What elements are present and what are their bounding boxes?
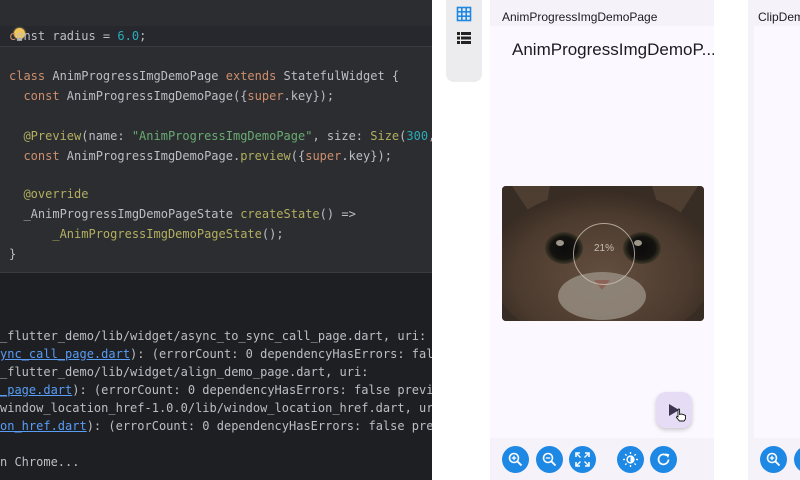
code-token: ({: [290, 149, 306, 163]
code-token: ();: [261, 227, 284, 241]
console-line: ync_call_page.dart): (errorCount: 0 depe…: [0, 345, 432, 363]
code-token: AnimProgressImgDemoPage.: [59, 149, 241, 163]
zoom-out-button[interactable]: [794, 446, 800, 473]
code-token: class: [9, 69, 46, 83]
code-token: }: [9, 247, 17, 261]
code-token: .key});: [283, 89, 335, 103]
preview-card-next: ClipDemoPage: [748, 0, 800, 480]
progress-ring: [573, 223, 635, 285]
console-line: _flutter_demo/lib/widget/async_to_sync_c…: [0, 327, 426, 345]
code-line: _AnimProgressImgDemoPageState createStat…: [9, 204, 356, 224]
code-token: const: [23, 149, 60, 163]
code-line: class AnimProgressImgDemoPage extends St…: [9, 66, 399, 86]
code-token: _AnimProgressImgDemoPageState: [52, 227, 262, 241]
code-token: const: [23, 89, 60, 103]
console-text: ): (errorCount: 0 dependencyHasErrors: f…: [86, 419, 432, 433]
file-link[interactable]: on_href.dart: [0, 419, 87, 433]
code-line: @Preview(name: "AnimProgressImgDemoPage"…: [9, 126, 432, 146]
run-console[interactable]: _flutter_demo/lib/widget/async_to_sync_c…: [0, 272, 432, 480]
code-editor[interactable]: const radius = 6.0; class AnimProgressImg…: [0, 0, 432, 272]
code-token: 6.0: [117, 29, 140, 43]
preview-app-surface: [754, 26, 800, 438]
console-text: window_location_href-1.0.0/lib/window_lo…: [0, 401, 432, 415]
zoom-in-icon: [508, 452, 523, 467]
console-line: _page.dart): (errorCount: 0 dependencyHa…: [0, 381, 432, 399]
code-token: AnimProgressImgDemoPage({: [59, 89, 248, 103]
code-token: super: [247, 89, 284, 103]
code-token: 300: [406, 129, 429, 143]
preview-toolbar: [760, 446, 800, 474]
code-token: .key});: [341, 149, 392, 163]
restart-button[interactable]: [650, 446, 677, 473]
code-token: @override: [23, 187, 89, 201]
zoom-out-button[interactable]: [536, 446, 563, 473]
widget-preview-panel: AnimProgressImgDemoPage AnimProgressImgD…: [432, 0, 800, 480]
preview-card-main: AnimProgressImgDemoPage AnimProgressImgD…: [490, 0, 714, 480]
code-token: , size:: [312, 129, 371, 143]
code-token: super: [305, 149, 342, 163]
code-token: (name:: [81, 129, 132, 143]
zoom-in-button[interactable]: [760, 446, 787, 473]
preview-card-title: ClipDemoPage: [758, 10, 800, 24]
console-line: window_location_href-1.0.0/lib/window_lo…: [0, 399, 432, 417]
console-text: _flutter_demo/lib/widget/async_to_sync_c…: [0, 329, 427, 343]
code-line: @override: [9, 184, 88, 204]
zoom-out-icon: [542, 452, 557, 467]
preview-card-title: AnimProgressImgDemoPage: [502, 10, 658, 24]
code-token: extends: [225, 69, 277, 83]
grid-view-icon[interactable]: [454, 4, 474, 24]
code-token: () =>: [319, 207, 356, 221]
console-text: _flutter_demo/lib/widget/align_demo_page…: [0, 365, 369, 379]
file-link[interactable]: _page.dart: [0, 383, 72, 397]
progress-text: 21%: [593, 243, 614, 254]
code-line: const radius = 6.0;: [9, 26, 146, 46]
code-token: _AnimProgressImgDemoPageState: [9, 207, 241, 221]
code-token: "AnimProgressImgDemoPage": [131, 129, 313, 143]
console-text: ): (errorCount: 0 dependencyHasErrors: f…: [130, 347, 432, 361]
restart-icon: [657, 453, 670, 466]
code-line: const AnimProgressImgDemoPage({super.key…: [9, 86, 334, 106]
brightness-icon: [623, 452, 638, 467]
console-line: on_href.dart): (errorCount: 0 dependency…: [0, 417, 432, 435]
code-line: const AnimProgressImgDemoPage.preview({s…: [9, 146, 392, 166]
code-token: AnimProgressImgDemoPage: [45, 69, 226, 83]
code-token: ;: [139, 29, 147, 43]
zoom-in-icon: [766, 452, 781, 467]
fit-screen-button[interactable]: [569, 446, 596, 473]
console-text: ): (errorCount: 0 dependencyHasErrors: f…: [72, 383, 432, 397]
list-view-icon[interactable]: [454, 28, 474, 48]
code-token: preview: [240, 149, 291, 163]
preview-toolbar: [502, 446, 712, 474]
code-token: Size: [370, 129, 400, 143]
code-token: StatefulWidget {: [276, 69, 400, 83]
cat-image: 21%: [502, 186, 704, 321]
brightness-button[interactable]: [617, 446, 644, 473]
console-line: n Chrome...: [0, 453, 79, 471]
view-mode-rail: [446, 0, 482, 82]
code-token: onst radius =: [16, 29, 118, 43]
code-separator: [0, 46, 432, 47]
code-line: _AnimProgressImgDemoPageState();: [9, 224, 284, 244]
file-link[interactable]: ync_call_page.dart: [0, 347, 130, 361]
code-token: @Preview: [23, 129, 82, 143]
zoom-in-button[interactable]: [502, 446, 529, 473]
console-text: n Chrome...: [0, 455, 80, 469]
app-title: AnimProgressImgDemoP...: [512, 40, 714, 59]
preview-app-surface: AnimProgressImgDemoP... 21%: [490, 26, 714, 438]
fit-screen-icon: [575, 452, 590, 467]
play-button[interactable]: [656, 392, 692, 428]
console-line: _flutter_demo/lib/widget/align_demo_page…: [0, 363, 368, 381]
code-token: createState: [240, 207, 320, 221]
code-line: }: [9, 244, 16, 264]
hand-cursor-icon: [675, 408, 686, 422]
